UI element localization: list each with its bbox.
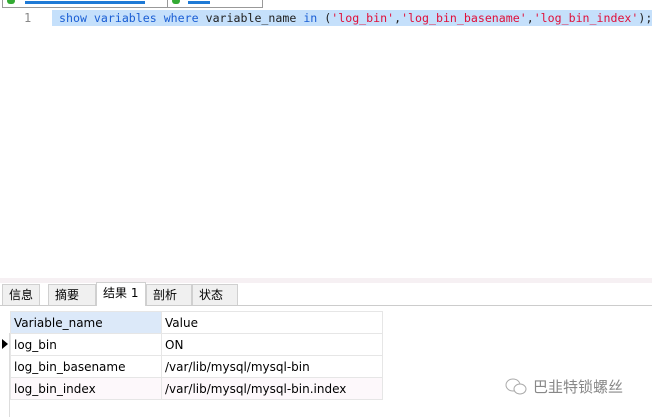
sql-string: 'log_bin' [331, 11, 395, 25]
tab-profile[interactable]: 剖析 [146, 284, 192, 305]
sql-end: ); [638, 11, 652, 25]
sql-comma: , [526, 11, 534, 25]
cell[interactable]: log_bin [10, 333, 162, 356]
cell[interactable]: log_bin_index [10, 377, 162, 400]
sql-line[interactable]: show variables where variable_name in ('… [52, 10, 652, 26]
sql-string: 'log_bin_basename' [401, 11, 527, 25]
sql-paren: ( [317, 11, 332, 25]
tab-summary[interactable]: 摘要 [48, 284, 96, 305]
sql-identifier: variable_name [198, 11, 304, 25]
column-header[interactable]: Value [161, 311, 383, 334]
tab-status[interactable]: 状态 [192, 284, 238, 305]
tab-result-1[interactable]: 结果 1 [96, 282, 146, 306]
watermark: 巴韭特锁螺丝 [505, 376, 623, 397]
wechat-icon [505, 378, 527, 394]
query-tab-2[interactable] [167, 0, 263, 8]
cell[interactable]: /var/lib/mysql/mysql-bin.index [161, 377, 383, 400]
cell[interactable]: /var/lib/mysql/mysql-bin [161, 355, 383, 378]
line-gutter [0, 8, 35, 278]
query-icon [7, 0, 15, 4]
sql-keyword-in: in [303, 11, 318, 25]
result-grid: Variable_name Value log_bin ON log_bin_bas… [10, 311, 383, 400]
table-row[interactable]: log_bin_basename/var/lib/mysql/mysql-bin [10, 355, 383, 378]
tab-info[interactable]: 信息 [2, 284, 40, 305]
table-row[interactable]: log_bin_index/var/lib/mysql/mysql-bin.in… [10, 377, 383, 400]
current-row-icon [2, 339, 8, 349]
header-row: Variable_name Value [10, 311, 383, 334]
table-row[interactable]: log_bin ON [10, 333, 383, 356]
cell[interactable]: ON [161, 333, 383, 356]
query-icon [172, 0, 180, 4]
sql-comma: , [394, 11, 402, 25]
column-header[interactable]: Variable_name [10, 311, 162, 334]
sql-string: 'log_bin_index' [533, 11, 639, 25]
result-tabs: 信息 摘要 结果 1 剖析 状态 [0, 282, 652, 306]
query-tab-1[interactable] [2, 0, 190, 8]
watermark-text: 巴韭特锁螺丝 [533, 378, 624, 396]
sql-keyword: show variables where [59, 11, 199, 25]
cell[interactable]: log_bin_basename [10, 355, 162, 378]
line-number: 1 [24, 11, 32, 25]
